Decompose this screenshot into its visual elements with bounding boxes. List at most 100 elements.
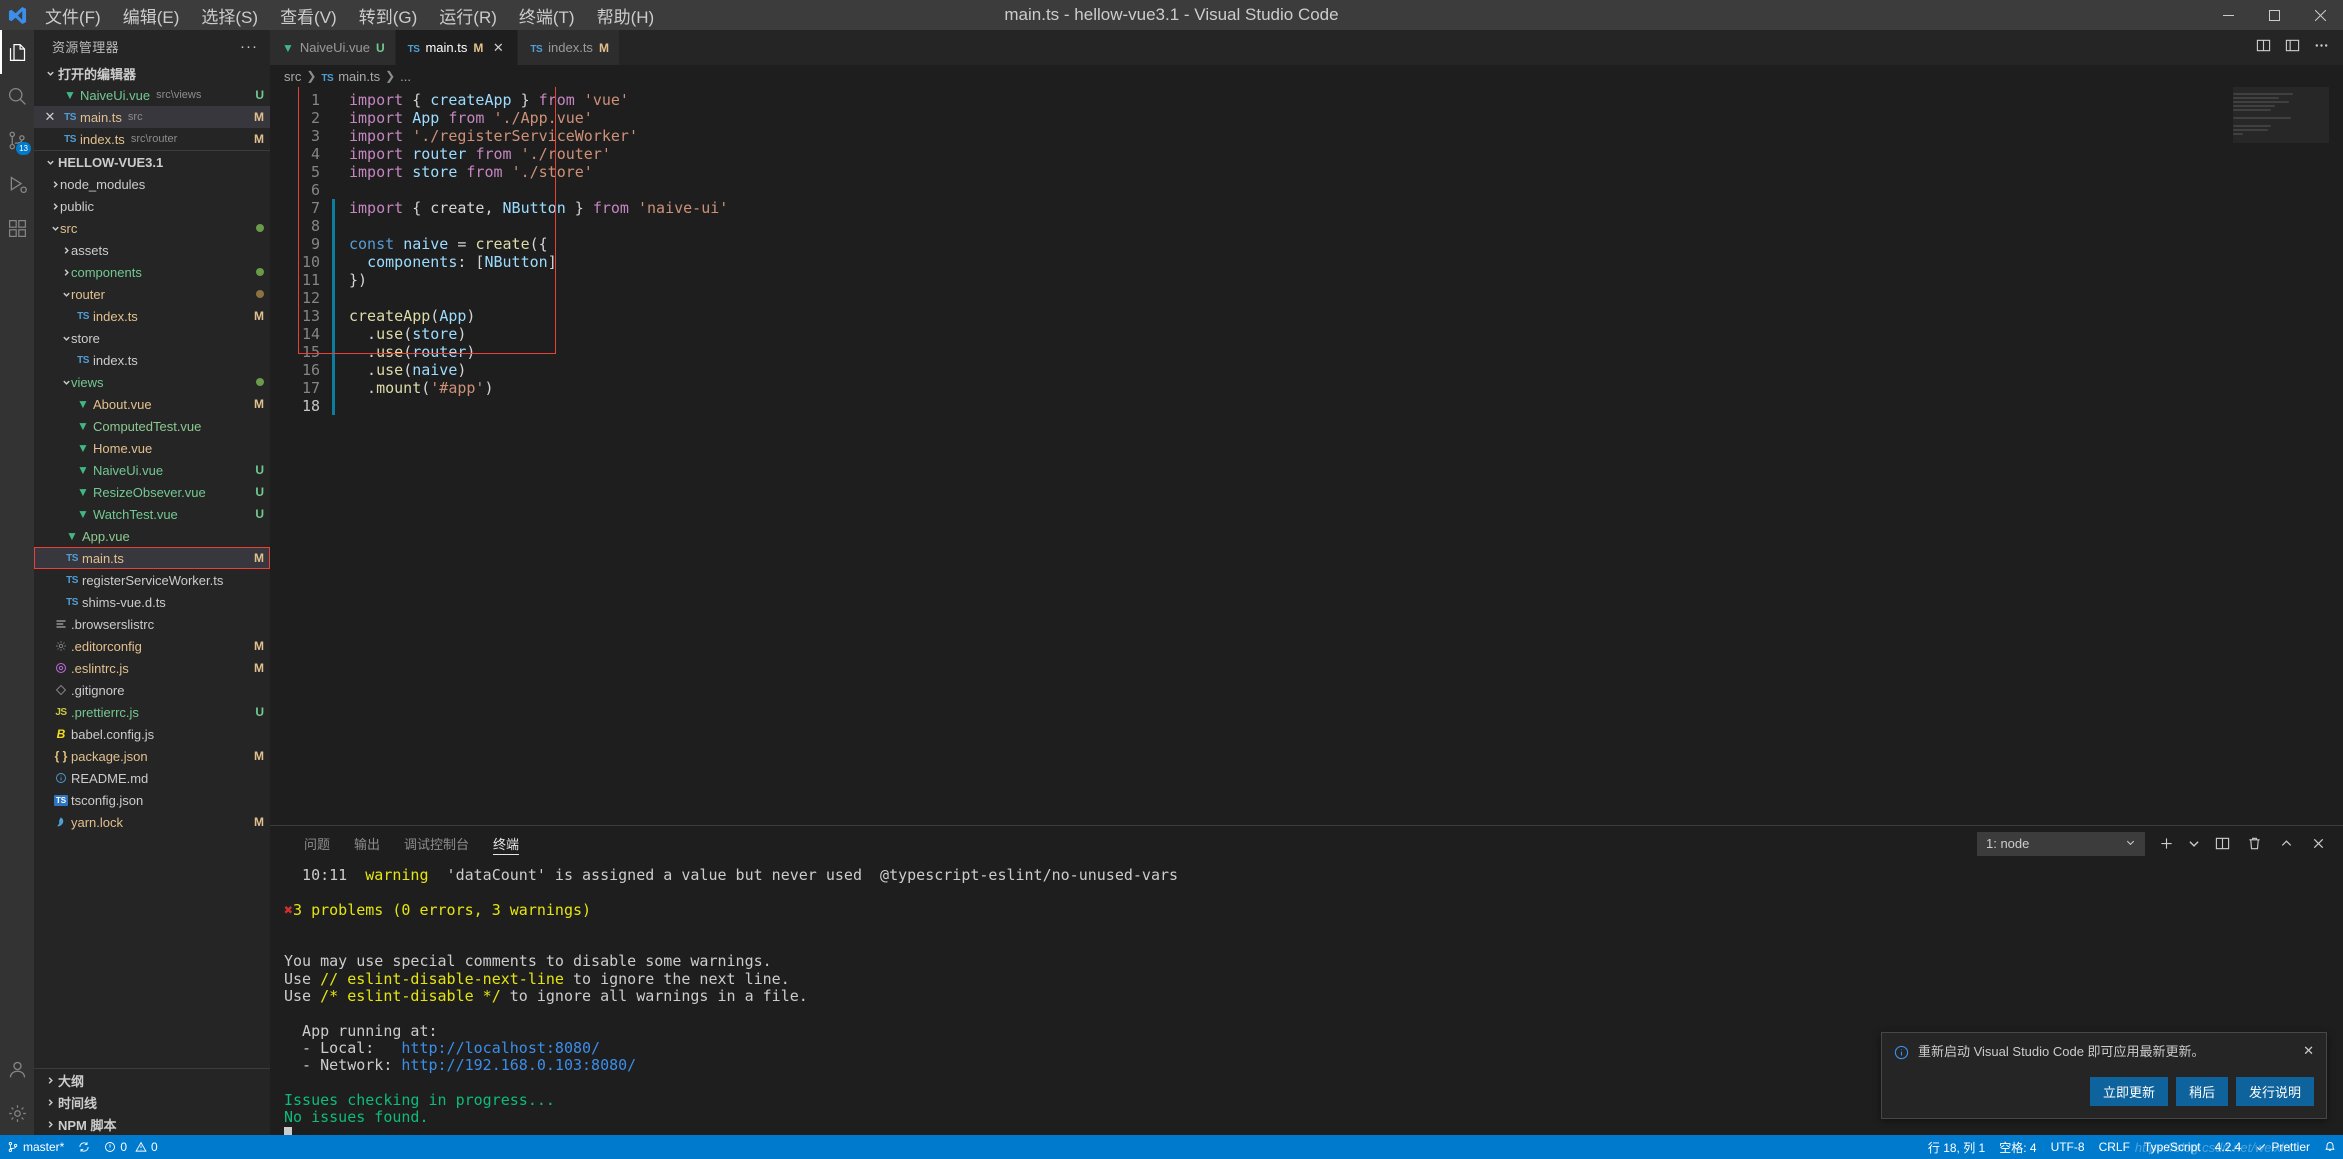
tree-folder-views[interactable]: views: [34, 371, 270, 393]
close-icon[interactable]: ✕: [40, 109, 60, 125]
close-panel-icon[interactable]: [2307, 833, 2329, 855]
tree-file-.eslintrc.js[interactable]: .eslintrc.js M: [34, 657, 270, 679]
tree-file-NaiveUi.vue[interactable]: ▼ NaiveUi.vue U: [34, 459, 270, 481]
tree-folder-components[interactable]: components: [34, 261, 270, 283]
open-editor-item-index-ts[interactable]: TS index.ts src\router M: [34, 128, 270, 150]
kill-terminal-icon[interactable]: [2243, 833, 2265, 855]
update-now-button[interactable]: 立即更新: [2089, 1077, 2168, 1106]
tree-folder-store[interactable]: store: [34, 327, 270, 349]
layout-icon[interactable]: [2285, 38, 2300, 58]
split-terminal-icon[interactable]: [2211, 833, 2233, 855]
status-branch[interactable]: master*: [0, 1135, 71, 1159]
status-prettier[interactable]: Prettier: [2248, 1140, 2317, 1154]
status-indentation[interactable]: 空格: 4: [1992, 1139, 2043, 1156]
tree-file-registerServiceWorker.ts[interactable]: TS registerServiceWorker.ts: [34, 569, 270, 591]
activity-item-accounts[interactable]: [0, 1047, 34, 1091]
menu-help[interactable]: 帮助(H): [586, 0, 666, 30]
tree-file-ResizeObsever.vue[interactable]: ▼ ResizeObsever.vue U: [34, 481, 270, 503]
panel-tab-problems[interactable]: 问题: [292, 826, 342, 861]
code-line[interactable]: [349, 397, 2343, 415]
tree-file-tsconfig.json[interactable]: TS tsconfig.json: [34, 789, 270, 811]
file-tree[interactable]: HELLOW-VUE3.1 node_modules public src asset…: [34, 151, 270, 1068]
code-area[interactable]: 1 2 3 4 5 6 7 8 9 10 11 12 13 14 15 16 17 18 import { cre…: [270, 87, 2343, 825]
code-line[interactable]: .use(naive): [349, 361, 2343, 379]
close-button[interactable]: [2297, 0, 2343, 30]
open-editor-item-main-ts[interactable]: ✕ TS main.ts src M: [34, 106, 270, 128]
timeline-section-header[interactable]: 时间线: [34, 1091, 270, 1113]
code-line[interactable]: .mount('#app'): [349, 379, 2343, 397]
window-controls[interactable]: [2205, 0, 2343, 30]
panel-tab-debug-console[interactable]: 调试控制台: [392, 826, 481, 861]
new-terminal-icon[interactable]: [2155, 833, 2177, 855]
minimap[interactable]: [2233, 87, 2329, 825]
tab-main-ts[interactable]: TS main.ts M ✕: [395, 30, 519, 65]
tree-file-.browserslistrc[interactable]: .browserslistrc: [34, 613, 270, 635]
code-line[interactable]: [349, 289, 2343, 307]
minimize-button[interactable]: [2205, 0, 2251, 30]
activity-item-explorer[interactable]: [0, 30, 34, 74]
tree-file-main.ts[interactable]: TS main.ts M: [34, 547, 270, 569]
tree-file-babel.config.js[interactable]: Bbabel.config.js: [34, 723, 270, 745]
status-sync[interactable]: [71, 1135, 97, 1159]
activity-item-source-control[interactable]: 13: [0, 118, 34, 162]
tree-file-About.vue[interactable]: ▼ About.vue M: [34, 393, 270, 415]
tree-folder-assets[interactable]: assets: [34, 239, 270, 261]
maximize-button[interactable]: [2251, 0, 2297, 30]
npm-scripts-section-header[interactable]: NPM 脚本: [34, 1113, 270, 1135]
menu-view[interactable]: 查看(V): [269, 0, 348, 30]
open-editor-item-naiveui[interactable]: ▼ NaiveUi.vue src\views U: [34, 84, 270, 106]
status-line-col[interactable]: 行 18, 列 1: [1921, 1139, 1992, 1156]
menu-selection[interactable]: 选择(S): [190, 0, 269, 30]
code-editor[interactable]: 1 2 3 4 5 6 7 8 9 10 11 12 13 14 15 16 17 18 import { cre…: [270, 87, 2343, 825]
release-notes-button[interactable]: 发行说明: [2235, 1077, 2314, 1106]
status-ts-version[interactable]: 4.2.4: [2208, 1140, 2249, 1154]
code-line[interactable]: import { create, NButton } from 'naive-u…: [349, 199, 2343, 217]
code-line[interactable]: createApp(App): [349, 307, 2343, 325]
later-button[interactable]: 稍后: [2175, 1077, 2228, 1106]
code-content[interactable]: import { createApp } from 'vue' import Ap…: [335, 87, 2343, 825]
outline-section-header[interactable]: 大纲: [34, 1069, 270, 1091]
tree-file-App.vue[interactable]: ▼ App.vue: [34, 525, 270, 547]
tree-file-index.ts[interactable]: TS index.ts: [34, 349, 270, 371]
terminal-dropdown-icon[interactable]: [2187, 833, 2201, 855]
project-root-header[interactable]: HELLOW-VUE3.1: [34, 151, 270, 173]
menu-terminal[interactable]: 终端(T): [508, 0, 586, 30]
activity-item-manage-gear-icon[interactable]: [0, 1091, 34, 1135]
maximize-panel-icon[interactable]: [2275, 833, 2297, 855]
tree-file-WatchTest.vue[interactable]: ▼ WatchTest.vue U: [34, 503, 270, 525]
code-line[interactable]: [349, 217, 2343, 235]
code-line[interactable]: import App from './App.vue': [349, 109, 2343, 127]
tree-file-ComputedTest.vue[interactable]: ▼ ComputedTest.vue: [34, 415, 270, 437]
tree-folder-node_modules[interactable]: node_modules: [34, 173, 270, 195]
tree-folder-src[interactable]: src: [34, 217, 270, 239]
tree-file-.gitignore[interactable]: .gitignore: [34, 679, 270, 701]
terminal-selector[interactable]: 1: node: [1977, 831, 2145, 856]
panel-tab-output[interactable]: 输出: [342, 826, 392, 861]
close-icon[interactable]: ✕: [2303, 1043, 2314, 1059]
code-line[interactable]: import './registerServiceWorker': [349, 127, 2343, 145]
open-editors-header[interactable]: 打开的编辑器: [34, 62, 270, 84]
code-line[interactable]: import router from './router': [349, 145, 2343, 163]
tree-file-.editorconfig[interactable]: .editorconfig M: [34, 635, 270, 657]
code-line[interactable]: .use(router): [349, 343, 2343, 361]
tree-file-.prettierrc.js[interactable]: JS .prettierrc.js U: [34, 701, 270, 723]
notification-toast[interactable]: 重新启动 Visual Studio Code 即可应用最新更新。 ✕ 立即更新…: [1881, 1032, 2327, 1119]
menu-file[interactable]: 文件(F): [34, 0, 112, 30]
code-line[interactable]: import { createApp } from 'vue': [349, 91, 2343, 109]
code-line[interactable]: .use(store): [349, 325, 2343, 343]
status-language-mode[interactable]: TypeScript: [2137, 1140, 2208, 1154]
breadcrumb[interactable]: src ❯ TS main.ts ❯ ...: [270, 65, 2343, 87]
menu-bar[interactable]: 文件(F) 编辑(E) 选择(S) 查看(V) 转到(G) 运行(R) 终端(T…: [34, 0, 665, 30]
status-encoding[interactable]: UTF-8: [2044, 1140, 2092, 1154]
tree-folder-router[interactable]: router: [34, 283, 270, 305]
menu-run[interactable]: 运行(R): [428, 0, 508, 30]
activity-item-search[interactable]: [0, 74, 34, 118]
breadcrumb-item-file[interactable]: main.ts: [338, 69, 380, 84]
close-icon[interactable]: ✕: [489, 40, 507, 56]
tree-file-package.json[interactable]: { } package.json M: [34, 745, 270, 767]
code-line[interactable]: }): [349, 271, 2343, 289]
breadcrumb-item-symbol[interactable]: ...: [400, 69, 411, 84]
more-actions-icon[interactable]: [2314, 38, 2329, 58]
tree-folder-public[interactable]: public: [34, 195, 270, 217]
menu-edit[interactable]: 编辑(E): [112, 0, 191, 30]
